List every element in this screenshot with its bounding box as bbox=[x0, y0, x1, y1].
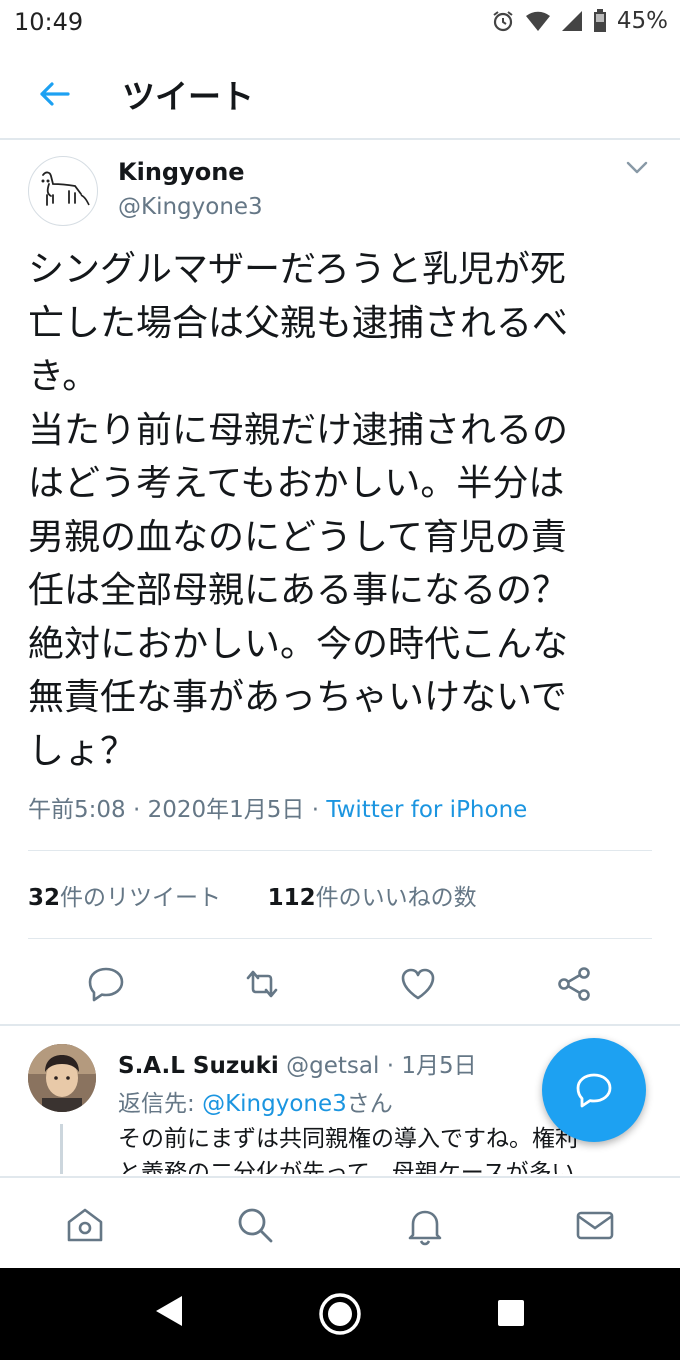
app-bar: ツイート bbox=[0, 48, 680, 140]
reply-bubble-icon bbox=[576, 1073, 612, 1108]
tweet-text-line: 当たり前に母親だけ逮捕されるの bbox=[28, 409, 569, 451]
like-label: 件のいいねの数 bbox=[315, 885, 477, 911]
reply-to-mention[interactable]: @Kingyone3 bbox=[202, 1091, 347, 1117]
tweet-date: 2020年1月5日 bbox=[147, 797, 305, 823]
status-time: 10:49 bbox=[14, 8, 84, 36]
nav-back-icon[interactable] bbox=[154, 1294, 184, 1328]
reply-author-name[interactable]: S.A.L Suzuki bbox=[118, 1053, 279, 1079]
tweet-text-line: き。 bbox=[28, 356, 99, 397]
retweet-icon[interactable] bbox=[242, 964, 282, 1004]
bottom-tab-bar bbox=[0, 1176, 680, 1270]
system-nav-bar bbox=[0, 1268, 680, 1360]
tweet-time: 午前5:08 bbox=[28, 797, 126, 823]
alarm-icon bbox=[493, 11, 513, 32]
tweet-text-line: 任は全部母親にある事になるの？ bbox=[28, 570, 569, 611]
doodle-animal-icon bbox=[41, 171, 90, 206]
tweet-text-line: しょ？ bbox=[28, 730, 137, 772]
retweet-count: 32 bbox=[28, 885, 61, 911]
author-name[interactable]: Kingyone bbox=[118, 158, 245, 186]
notifications-bell-icon[interactable] bbox=[404, 1204, 446, 1246]
reply-to-line: 返信先: @Kingyone3さん bbox=[118, 1084, 393, 1118]
status-icons: 45% bbox=[491, 8, 668, 34]
author-handle[interactable]: @Kingyone3 bbox=[118, 194, 263, 220]
search-icon[interactable] bbox=[234, 1204, 276, 1246]
section-divider bbox=[0, 1024, 680, 1026]
thread-line bbox=[60, 1124, 63, 1174]
meta-separator: · bbox=[386, 1053, 394, 1079]
reply-date: 1月5日 bbox=[401, 1053, 477, 1079]
share-icon[interactable] bbox=[554, 964, 594, 1004]
reply-header: S.A.L Suzuki @getsal · 1月5日 bbox=[118, 1046, 477, 1080]
tweet-text: シングルマザーだろうと乳児が死 亡した場合は父親も逮捕されるべ き。 当たり前に… bbox=[28, 243, 658, 778]
battery-icon bbox=[593, 9, 606, 32]
like-count: 112 bbox=[267, 885, 316, 911]
like-heart-icon[interactable] bbox=[398, 964, 438, 1004]
nav-home-icon[interactable] bbox=[318, 1292, 362, 1336]
reply-to-suffix: さん bbox=[346, 1091, 393, 1117]
reply-author-avatar[interactable] bbox=[28, 1044, 96, 1112]
retweet-label: 件のリツイート bbox=[60, 885, 222, 911]
divider bbox=[28, 850, 652, 851]
tweet-text-line: 男親の血なのにどうして育児の責 bbox=[28, 516, 567, 558]
tweet-source-link[interactable]: Twitter for iPhone bbox=[326, 797, 527, 823]
tweet-stats: 32件のリツイート 112件のいいねの数 bbox=[28, 878, 477, 912]
back-arrow-icon[interactable] bbox=[36, 76, 72, 112]
meta-separator: · bbox=[132, 797, 141, 823]
status-bar: 10:49 45% bbox=[0, 0, 680, 48]
tweet-text-line: 絶対におかしい。今の時代こんな bbox=[28, 623, 569, 665]
tweet-text-line: 亡した場合は父親も逮捕されるべ bbox=[28, 302, 569, 344]
meta-separator: · bbox=[311, 797, 320, 823]
reply-text-line: と義務の二分化が先って、母親ケースが多い bbox=[118, 1160, 575, 1174]
child-photo-icon bbox=[28, 1044, 96, 1112]
wifi-icon bbox=[525, 11, 550, 32]
home-icon[interactable] bbox=[64, 1204, 106, 1246]
chevron-down-icon[interactable] bbox=[626, 160, 648, 176]
compose-reply-button[interactable] bbox=[542, 1038, 646, 1142]
retweets-stat[interactable]: 32件のリツイート bbox=[28, 885, 221, 911]
likes-stat[interactable]: 112件のいいねの数 bbox=[268, 885, 477, 911]
divider bbox=[28, 938, 652, 939]
tweet-text-line: シングルマザーだろうと乳児が死 bbox=[28, 249, 566, 290]
messages-envelope-icon[interactable] bbox=[574, 1204, 616, 1246]
tweet-meta: 午前5:08 · 2020年1月5日 · Twitter for iPhone bbox=[28, 790, 527, 824]
reply-icon[interactable] bbox=[86, 964, 126, 1004]
reply-author-handle[interactable]: @getsal bbox=[286, 1053, 379, 1079]
battery-percent: 45% bbox=[616, 8, 668, 34]
nav-recents-icon[interactable] bbox=[496, 1298, 526, 1328]
signal-icon bbox=[561, 11, 582, 31]
page-title: ツイート bbox=[122, 77, 254, 116]
reply-to-label: 返信先: bbox=[118, 1091, 203, 1117]
tweet-text-line: はどう考えてもおかしい。半分は bbox=[28, 463, 565, 504]
author-avatar[interactable] bbox=[28, 156, 98, 226]
tweet-text-line: 無責任な事があっちゃいけないで bbox=[28, 677, 567, 718]
